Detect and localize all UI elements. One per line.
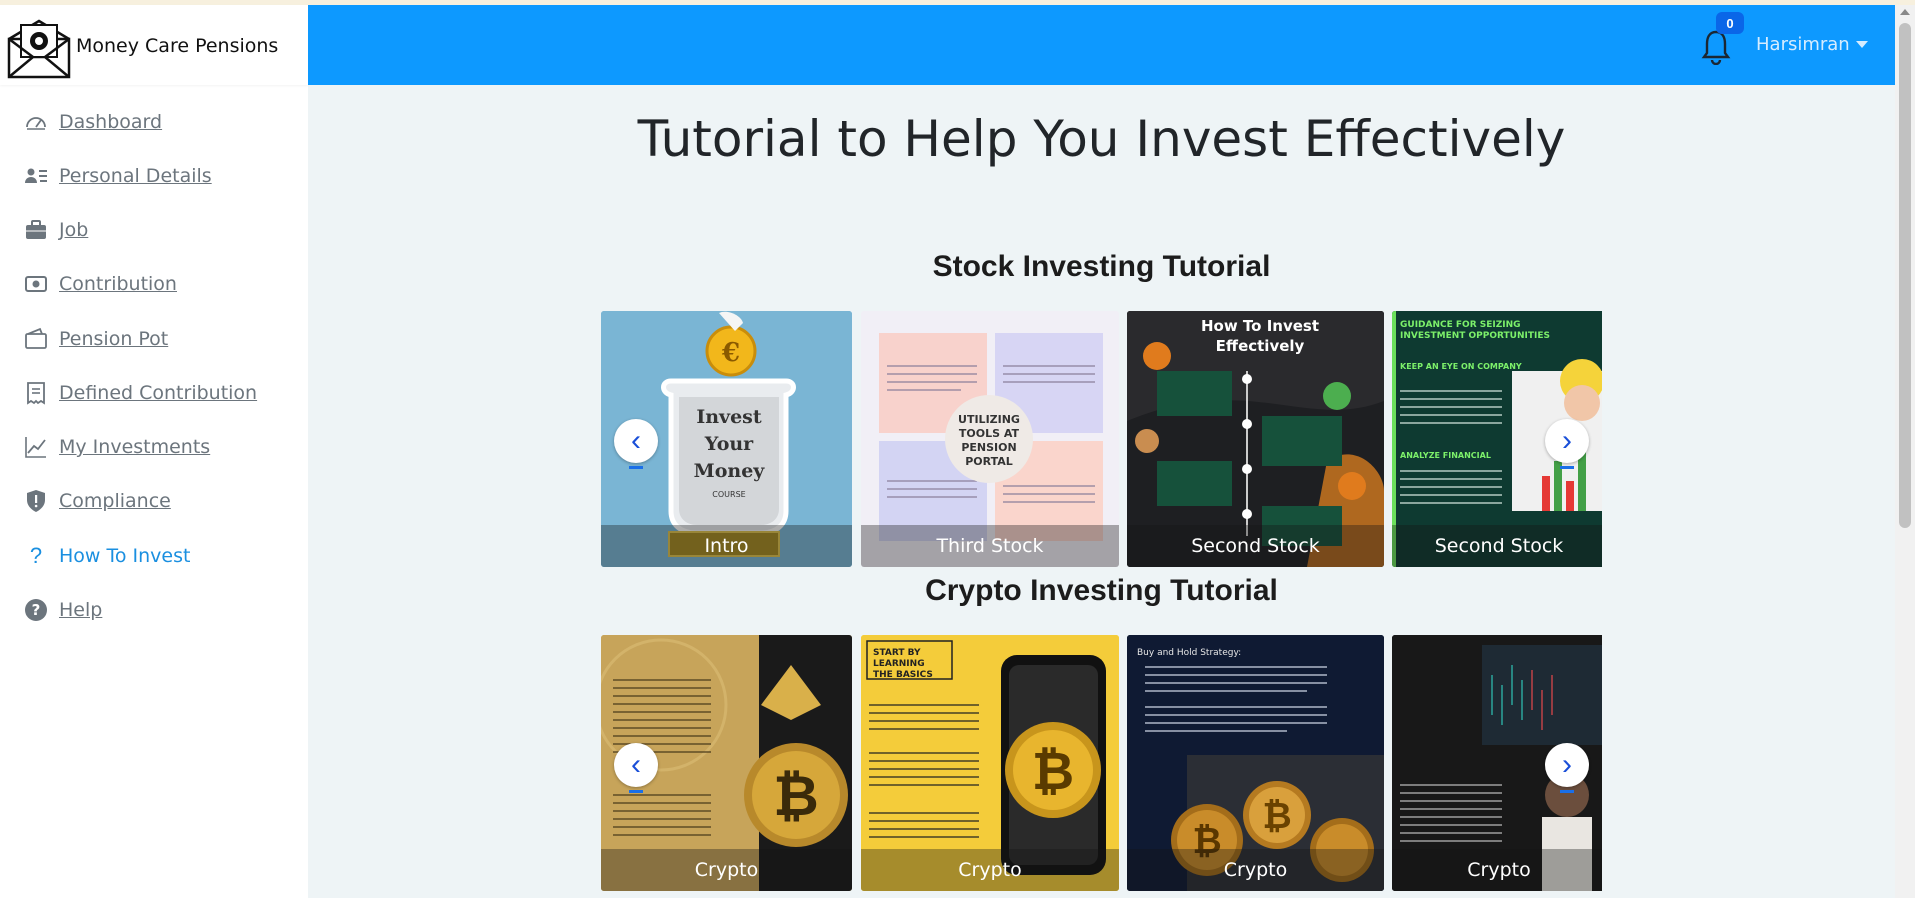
sidebar-item-dashboard[interactable]: Dashboard xyxy=(22,107,162,137)
svg-text:How To Invest: How To Invest xyxy=(1201,317,1319,335)
card-caption: Crypto xyxy=(601,849,852,891)
sidebar-item-how-to-invest[interactable]: ? How To Invest xyxy=(22,541,191,571)
stock-carousel-next-button[interactable]: › xyxy=(1545,419,1589,469)
sidebar-item-help[interactable]: ? Help xyxy=(22,595,102,625)
page-title: Tutorial to Help You Invest Effectively xyxy=(637,110,1566,168)
sidebar-item-label: How To Invest xyxy=(59,545,191,567)
svg-text:UTILIZING: UTILIZING xyxy=(958,413,1020,426)
sidebar-item-my-investments[interactable]: My Investments xyxy=(22,432,210,462)
svg-text:Invest: Invest xyxy=(696,406,762,428)
svg-text:Your: Your xyxy=(704,433,754,455)
card-caption: Crypto xyxy=(1392,849,1602,891)
card-caption: Intro xyxy=(601,525,852,567)
crypto-card-2[interactable]: START BY LEARNING THE BASICS ₿ Crypto xyxy=(861,635,1119,891)
shield-exclamation-icon xyxy=(22,487,50,515)
svg-text:PORTAL: PORTAL xyxy=(965,455,1013,468)
crypto-card-3[interactable]: Buy and Hold Strategy: ₿ ₿ Crypto xyxy=(1127,635,1384,891)
briefcase-icon xyxy=(22,216,50,244)
stock-carousel: € Invest Your Money COURSE Intro UTILIZI xyxy=(601,311,1602,567)
svg-text:ANALYZE FINANCIAL: ANALYZE FINANCIAL xyxy=(1400,451,1491,460)
svg-text:₿: ₿ xyxy=(1032,742,1074,802)
crypto-carousel-next-button[interactable]: › xyxy=(1545,743,1589,793)
card-caption: Crypto xyxy=(1127,849,1384,891)
caret-down-icon xyxy=(1855,41,1868,48)
svg-text:PENSION: PENSION xyxy=(961,441,1016,454)
sidebar-item-label: My Investments xyxy=(59,436,211,458)
sidebar-item-label: Contribution xyxy=(59,273,177,295)
receipt-icon xyxy=(22,379,50,407)
question-icon: ? xyxy=(29,543,43,568)
graph-up-icon xyxy=(22,433,50,461)
svg-text:Effectively: Effectively xyxy=(1216,337,1305,355)
card-caption: Crypto xyxy=(861,849,1119,891)
svg-text:THE BASICS: THE BASICS xyxy=(873,670,933,680)
sidebar: Money Care Pensions Dashboard Personal D… xyxy=(0,5,308,898)
sidebar-item-label: Pension Pot xyxy=(59,328,169,350)
question-circle-icon: ? xyxy=(22,596,50,624)
wallet-icon xyxy=(22,325,50,353)
sidebar-item-label: Defined Contribution xyxy=(59,382,258,404)
sidebar-item-pension-pot[interactable]: Pension Pot xyxy=(22,324,168,354)
crypto-carousel-prev-button[interactable]: ‹ xyxy=(614,743,658,793)
sidebar-item-label: Compliance xyxy=(59,490,171,512)
sidebar-item-label: Personal Details xyxy=(59,165,212,187)
scroll-thumb[interactable] xyxy=(1899,23,1911,528)
user-name: Harsimran xyxy=(1756,34,1850,55)
svg-text:LEARNING: LEARNING xyxy=(873,659,925,669)
svg-text:INVESTMENT OPPORTUNITIES: INVESTMENT OPPORTUNITIES xyxy=(1400,331,1550,341)
card-caption: Second Stock xyxy=(1392,525,1602,567)
svg-text:Money: Money xyxy=(694,460,766,482)
sidebar-item-label: Dashboard xyxy=(59,111,163,133)
speedometer-icon xyxy=(22,108,50,136)
svg-text:₿: ₿ xyxy=(773,764,819,829)
svg-text:Buy and Hold Strategy:: Buy and Hold Strategy: xyxy=(1137,648,1241,658)
stock-card-third-stock[interactable]: UTILIZING TOOLS AT PENSION PORTAL Third … xyxy=(861,311,1119,567)
sidebar-item-job[interactable]: Job xyxy=(22,215,88,245)
person-lines-icon xyxy=(22,162,50,190)
crypto-carousel: ₿ Crypto START BY LEARNING THE BASICS ₿ … xyxy=(601,635,1602,891)
card-caption: Third Stock xyxy=(861,525,1119,567)
svg-text:€: € xyxy=(721,338,740,368)
sidebar-item-defined-contribution[interactable]: Defined Contribution xyxy=(22,378,257,408)
brand[interactable]: Money Care Pensions xyxy=(0,5,308,85)
sidebar-item-personal-details[interactable]: Personal Details xyxy=(22,161,212,191)
bell-icon[interactable] xyxy=(1701,29,1731,65)
scroll-up-arrow-icon[interactable] xyxy=(1900,9,1910,15)
stock-carousel-prev-button[interactable]: ‹ xyxy=(614,419,658,469)
svg-text:?: ? xyxy=(32,601,41,619)
card-caption: Second Stock xyxy=(1127,525,1384,567)
svg-text:COURSE: COURSE xyxy=(712,490,745,499)
page-scrollbar[interactable] xyxy=(1895,5,1915,898)
stock-section-title: Stock Investing Tutorial xyxy=(932,250,1271,283)
crypto-section-title: Crypto Investing Tutorial xyxy=(925,574,1278,607)
sidebar-item-compliance[interactable]: Compliance xyxy=(22,486,171,516)
sidebar-item-contribution[interactable]: Contribution xyxy=(22,269,177,299)
stock-card-second-stock[interactable]: How To Invest Effectively Second Stock xyxy=(1127,311,1384,567)
brand-name: Money Care Pensions xyxy=(76,35,279,57)
svg-text:KEEP AN EYE ON COMPANY: KEEP AN EYE ON COMPANY xyxy=(1400,362,1522,371)
envelope-logo-icon xyxy=(7,19,71,79)
sidebar-item-label: Job xyxy=(59,219,89,241)
user-menu[interactable]: Harsimran xyxy=(1756,34,1868,55)
svg-text:GUIDANCE FOR SEIZING: GUIDANCE FOR SEIZING xyxy=(1400,320,1521,330)
svg-text:₿: ₿ xyxy=(1262,796,1291,837)
cash-icon xyxy=(22,270,50,298)
top-header xyxy=(308,5,1895,85)
svg-text:TOOLS AT: TOOLS AT xyxy=(959,427,1020,440)
svg-text:START BY: START BY xyxy=(873,648,921,658)
notification-badge: 0 xyxy=(1716,12,1744,34)
sidebar-item-label: Help xyxy=(59,599,103,621)
